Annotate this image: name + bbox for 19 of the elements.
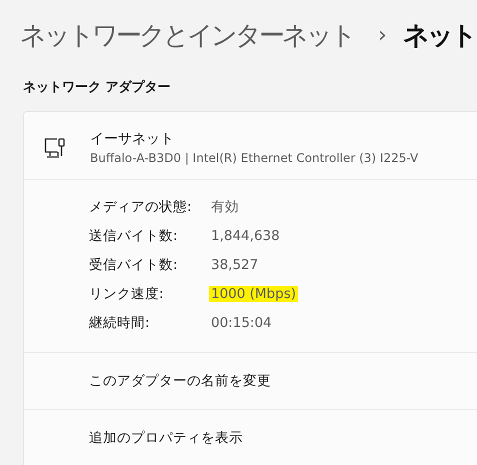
monitor-icon	[44, 136, 66, 158]
action-link[interactable]: 追加のプロパティを表示	[89, 429, 243, 447]
breadcrumb-parent[interactable]: ネットワークとインターネット	[20, 18, 354, 52]
property-value: 00:15:04	[210, 315, 273, 331]
page-title: ネット	[402, 20, 475, 52]
property-value: 38,527	[210, 257, 260, 273]
section-title: ネットワーク アダプター	[23, 78, 172, 97]
property-label: 継続時間:	[89, 314, 151, 332]
property-label: 送信バイト数:	[89, 227, 179, 245]
adapter-name: イーサネット	[90, 130, 175, 148]
adapter-description: Buffalo-A-B3D0 | Intel(R) Ethernet Controller (3) I225-V	[90, 151, 418, 165]
property-label: メディアの状態:	[89, 198, 193, 216]
property-label: 受信バイト数:	[89, 256, 179, 274]
property-value: 有効	[210, 198, 240, 216]
property-label: リンク速度:	[89, 285, 165, 303]
property-value: 1,844,638	[210, 228, 281, 244]
action-link[interactable]: このアダプターの名前を変更	[89, 372, 271, 390]
property-value: 1000 (Mbps)	[209, 286, 298, 302]
chevron-icon: ›	[378, 22, 387, 48]
